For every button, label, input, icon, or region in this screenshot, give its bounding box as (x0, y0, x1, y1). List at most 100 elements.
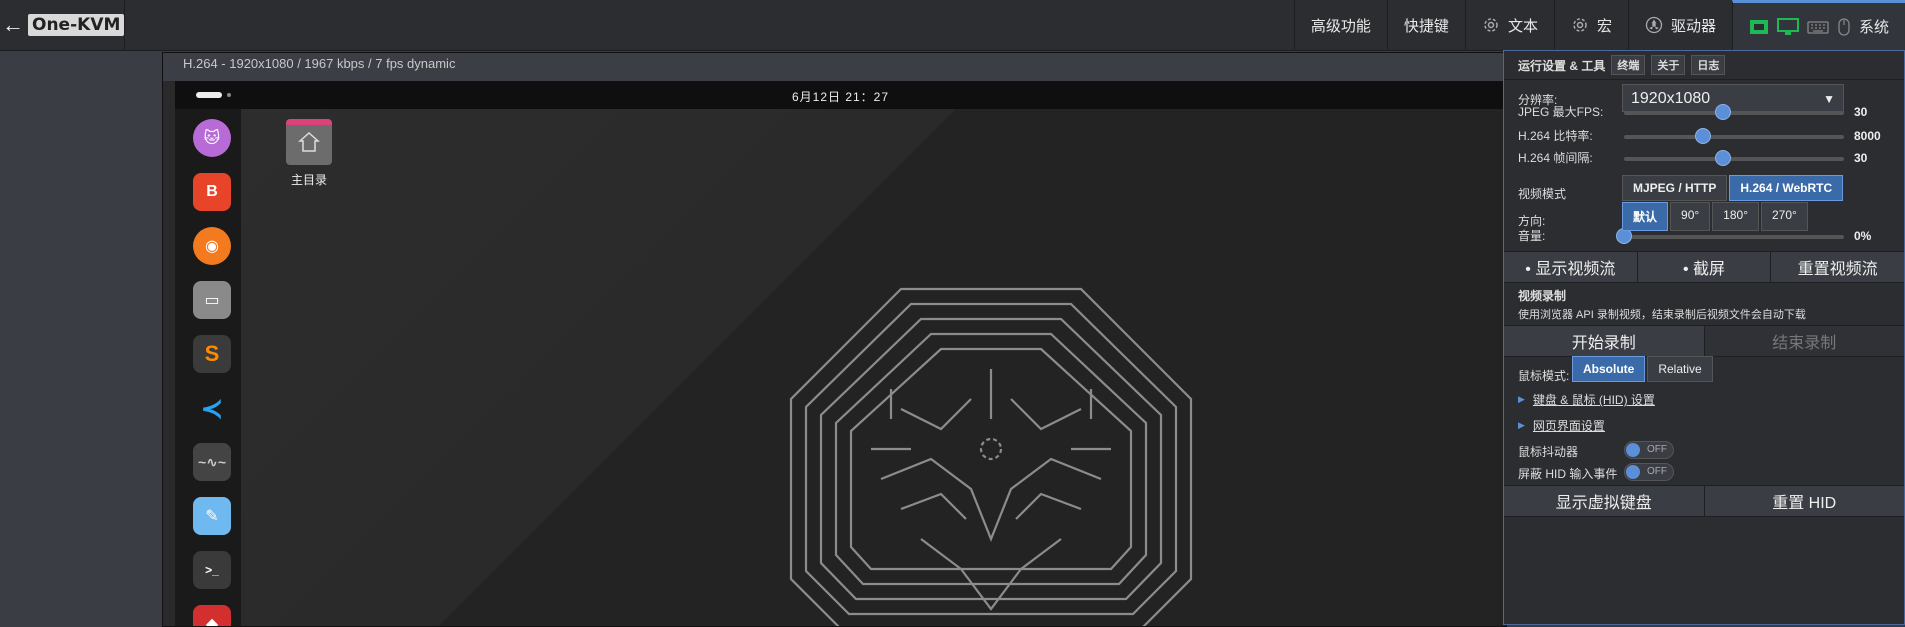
stream-window: H.264 - 1920x1080 / 1967 kbps / 7 fps dy… (162, 52, 1507, 627)
vscode-icon[interactable]: ≺ (193, 389, 231, 427)
nav-label: 高级功能 (1310, 17, 1371, 35)
web-settings-link[interactable]: 网页界面设置 (1533, 417, 1605, 434)
nav-system[interactable]: 系统 (1731, 0, 1905, 50)
app-logo[interactable]: One-KVM (28, 14, 125, 36)
text-editor-icon[interactable]: ✎ (193, 497, 231, 535)
divider (124, 0, 125, 50)
block-hid-toggle[interactable]: OFF (1624, 463, 1674, 481)
stream-header[interactable]: H.264 - 1920x1080 / 1967 kbps / 7 fps dy… (163, 53, 1506, 81)
hid-button-row: 显示虚拟键盘 重置 HID (1504, 485, 1904, 517)
monitor-icon (1776, 17, 1799, 35)
toggle-state: OFF (1647, 466, 1667, 477)
mouse-mode-group: Absolute Relative (1572, 356, 1713, 382)
nav-label: 驱动器 (1670, 17, 1716, 35)
nav-label: 快捷键 (1403, 17, 1449, 35)
block-hid-label: 屏蔽 HID 输入事件 (1518, 467, 1618, 481)
keyboard-icon (1807, 20, 1829, 34)
mouse-mode-label: 鼠标模式: (1518, 369, 1570, 383)
nav-advanced[interactable]: 高级功能 (1293, 0, 1387, 50)
remote-screen[interactable]: 6月12日 21：27 🐱 B ◉ ▭ S ≺ ~∿~ ✎ >_ ◆ 主目录 (175, 81, 1506, 626)
nav-shortcuts[interactable]: 快捷键 (1386, 0, 1465, 50)
slider-track[interactable] (1616, 228, 1844, 244)
web-settings-row[interactable]: ▶ 网页界面设置 (1518, 417, 1890, 434)
nav-text[interactable]: 文本 (1464, 0, 1554, 50)
firefox-icon[interactable]: ◉ (193, 227, 231, 265)
slider-track[interactable] (1624, 150, 1844, 166)
remote-clock: 6月12日 21：27 (791, 90, 890, 104)
gear-icon (1573, 18, 1587, 32)
record-description: 使用浏览器 API 录制视频，结束录制后视频文件会自动下载 (1518, 309, 1806, 321)
slider-value: 30 (1854, 105, 1868, 119)
stop-record-button[interactable]: 结束录制 (1704, 326, 1904, 356)
relative-mode-button[interactable]: Relative (1647, 356, 1713, 382)
home-folder-icon (286, 119, 332, 165)
top-bar: ← One-KVM 高级功能 快捷键 文本 宏 驱动器 系统 (0, 0, 1905, 51)
home-folder-label: 主目录 (290, 173, 327, 187)
slider-value: 0% (1854, 229, 1872, 243)
mouse-icon (1838, 17, 1850, 36)
system-monitor-icon[interactable]: ~∿~ (193, 443, 231, 481)
reset-stream-button[interactable]: 重置视频流 (1771, 252, 1904, 282)
log-tab[interactable]: 日志 (1691, 55, 1726, 75)
ethernet-icon (1749, 19, 1768, 34)
show-stream-button[interactable]: • 显示视频流 (1504, 252, 1638, 282)
orientation-label: 方向: (1518, 214, 1546, 228)
hid-settings-row[interactable]: ▶ 键盘 & 鼠标 (HID) 设置 (1518, 391, 1890, 408)
record-title: 视频录制 (1518, 289, 1567, 303)
orientation-270-button[interactable]: 270° (1761, 202, 1808, 231)
maze-wallpaper-logo (789, 287, 1193, 626)
terminal-tab[interactable]: 终端 (1611, 55, 1646, 75)
files-icon[interactable]: ▭ (193, 281, 231, 319)
orientation-group: 默认 90° 180° 270° (1622, 202, 1808, 231)
reset-hid-button[interactable]: 重置 HID (1705, 486, 1905, 516)
about-tab[interactable]: 关于 (1651, 55, 1686, 75)
terminal-icon[interactable]: >_ (193, 551, 231, 589)
nav-macro[interactable]: 宏 (1553, 0, 1628, 50)
slider-knob[interactable] (1715, 150, 1731, 166)
brave-icon[interactable]: B (193, 173, 231, 211)
expand-triangle-icon: ▶ (1518, 420, 1525, 430)
slider-knob[interactable] (1715, 104, 1731, 120)
panel-header: 运行设置 & 工具 终端 关于 日志 (1518, 55, 1890, 75)
toggle-knob (1626, 443, 1640, 457)
remote-desktop: 主目录 (241, 109, 1506, 626)
video-mode-group: MJPEG / HTTP H.264 / WebRTC (1622, 175, 1844, 201)
toggle-knob (1626, 465, 1640, 479)
slider-value: 30 (1854, 151, 1868, 165)
h264-mode-button[interactable]: H.264 / WebRTC (1729, 175, 1844, 201)
home-folder[interactable]: 主目录 (279, 119, 339, 188)
remote-dock: 🐱 B ◉ ▭ S ≺ ~∿~ ✎ >_ ◆ (175, 109, 241, 626)
jiggler-toggle[interactable]: OFF (1624, 441, 1674, 459)
jiggler-row: 鼠标抖动器 (1518, 443, 1890, 460)
back-arrow-icon[interactable]: ← (2, 12, 24, 38)
divider (1504, 79, 1904, 80)
expand-triangle-icon: ▶ (1518, 394, 1525, 404)
orientation-90-button[interactable]: 90° (1670, 202, 1711, 231)
jiggler-label: 鼠标抖动器 (1518, 445, 1579, 459)
settings-panel: 运行设置 & 工具 终端 关于 日志 分辨率: 1920x1080 ▼ JPEG… (1503, 50, 1905, 625)
stream-button-row: • 显示视频流 • 截屏 重置视频流 (1504, 251, 1904, 283)
toggle-state: OFF (1647, 444, 1667, 455)
hid-settings-link[interactable]: 键盘 & 鼠标 (HID) 设置 (1533, 391, 1655, 408)
slider-track[interactable] (1624, 128, 1844, 144)
nav-label: 文本 (1507, 17, 1538, 35)
nav-label: 宏 (1596, 17, 1612, 35)
block-hid-row: 屏蔽 HID 输入事件 (1518, 465, 1890, 482)
show-keyboard-button[interactable]: 显示虚拟键盘 (1504, 486, 1705, 516)
nav-drives[interactable]: 驱动器 (1627, 0, 1732, 50)
absolute-mode-button[interactable]: Absolute (1572, 356, 1646, 382)
panel-title: 运行设置 & 工具 (1518, 58, 1606, 73)
orientation-180-button[interactable]: 180° (1712, 202, 1759, 231)
radiation-icon (1645, 16, 1663, 34)
nav-label: 系统 (1858, 19, 1889, 36)
slider-track[interactable] (1624, 104, 1844, 120)
gear-icon (1484, 18, 1498, 32)
sublime-icon[interactable]: S (193, 335, 231, 373)
screenshot-button[interactable]: • 截屏 (1638, 252, 1772, 282)
start-record-button[interactable]: 开始录制 (1504, 326, 1705, 356)
mjpeg-mode-button[interactable]: MJPEG / HTTP (1622, 175, 1728, 201)
cat-app-icon[interactable]: 🐱 (193, 119, 231, 157)
orientation-default-button[interactable]: 默认 (1622, 202, 1669, 231)
slider-value: 8000 (1854, 129, 1881, 143)
app-icon[interactable]: ◆ (193, 605, 231, 626)
